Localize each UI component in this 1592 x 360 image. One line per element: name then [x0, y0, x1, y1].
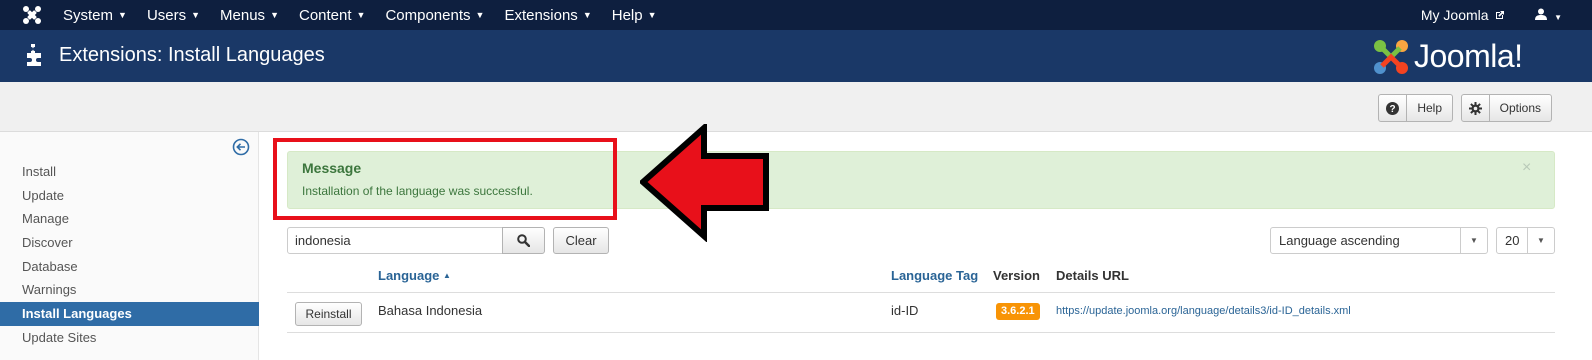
search-button[interactable] — [502, 227, 545, 254]
sidebar-item-install[interactable]: Install — [0, 160, 259, 184]
user-menu[interactable]: ▼ — [1535, 8, 1562, 23]
menu-menus[interactable]: Menus ▼ — [220, 7, 279, 24]
list-limit-select[interactable]: 20 ▼ — [1496, 227, 1555, 254]
sidebar-item-warnings[interactable]: Warnings — [0, 278, 259, 302]
menu-users[interactable]: Users ▼ — [147, 7, 200, 24]
column-language-tag[interactable]: Language Tag — [891, 268, 978, 283]
sidebar-item-update-sites[interactable]: Update Sites — [0, 326, 259, 350]
sort-asc-icon: ▲ — [443, 271, 451, 280]
page-header: Extensions: Install Languages Joomla! — [0, 30, 1592, 82]
menu-system[interactable]: System ▼ — [63, 7, 127, 24]
message-heading: Message — [302, 160, 362, 176]
column-language[interactable]: Language ▲ — [378, 268, 451, 283]
sidebar-item-update[interactable]: Update — [0, 184, 259, 208]
details-url-link[interactable]: https://update.joomla.org/language/detai… — [1056, 305, 1351, 317]
toolbar: ? Help Options — [0, 82, 1592, 132]
help-label: Help — [1417, 101, 1442, 115]
sort-select-value: Language ascending — [1279, 233, 1400, 248]
sidebar-item-install-languages[interactable]: Install Languages — [0, 302, 259, 326]
user-icon — [1535, 8, 1548, 20]
my-joomla-link[interactable]: My Joomla — [1421, 7, 1506, 23]
chevron-down-icon: ▼ — [1460, 228, 1487, 253]
column-details-url: Details URL — [1056, 268, 1129, 283]
clear-button[interactable]: Clear — [553, 227, 609, 254]
question-icon: ? — [1379, 95, 1408, 121]
joomla-logo-icon — [1374, 40, 1408, 74]
menu-components[interactable]: Components ▼ — [385, 7, 484, 24]
success-message: Message Installation of the language was… — [287, 151, 1555, 209]
svg-text:?: ? — [1390, 104, 1396, 115]
table-row: Reinstall Bahasa Indonesia id-ID 3.6.2.1… — [287, 293, 1555, 333]
menu-help[interactable]: Help ▼ — [612, 7, 657, 24]
collapse-sidebar-icon[interactable] — [232, 138, 250, 156]
list-limit-value: 20 — [1505, 233, 1520, 248]
joomla-logo-icon[interactable] — [22, 5, 42, 25]
joomla-brand-logo: Joomla! — [1372, 38, 1572, 76]
search-input[interactable] — [287, 227, 503, 254]
reinstall-button[interactable]: Reinstall — [295, 302, 362, 326]
message-text: Installation of the language was success… — [302, 184, 533, 198]
language-name: Bahasa Indonesia — [378, 303, 483, 318]
close-icon[interactable]: × — [1522, 159, 1531, 177]
options-label: Options — [1499, 101, 1541, 115]
column-version: Version — [993, 268, 1040, 283]
table-header: Language ▲ Language Tag Version Details … — [287, 259, 1555, 293]
external-link-icon — [1496, 11, 1505, 19]
puzzle-icon — [27, 44, 41, 66]
help-button[interactable]: ? Help — [1378, 94, 1453, 122]
sidebar-item-discover[interactable]: Discover — [0, 231, 259, 255]
chevron-down-icon: ▼ — [1527, 228, 1554, 253]
menu-content[interactable]: Content ▼ — [299, 7, 365, 24]
sidebar-item-database[interactable]: Database — [0, 255, 259, 279]
sidebar-item-manage[interactable]: Manage — [0, 207, 259, 231]
sidebar-menu: Install Update Manage Discover Database … — [0, 160, 259, 350]
search-icon — [517, 234, 530, 247]
main-menu: System ▼ Users ▼ Menus ▼ Content ▼ Component… — [63, 0, 677, 30]
version-badge: 3.6.2.1 — [996, 303, 1040, 320]
language-tag: id-ID — [891, 303, 919, 318]
sort-select[interactable]: Language ascending ▼ — [1270, 227, 1488, 254]
page-title: Extensions: Install Languages — [59, 44, 325, 66]
gear-icon — [1462, 95, 1490, 121]
options-button[interactable]: Options — [1461, 94, 1552, 122]
menu-extensions[interactable]: Extensions ▼ — [504, 7, 591, 24]
brand-wordmark: Joomla! — [1414, 38, 1523, 74]
sidebar: Install Update Manage Discover Database … — [0, 132, 259, 360]
top-navbar: System ▼ Users ▼ Menus ▼ Content ▼ Component… — [0, 0, 1592, 30]
